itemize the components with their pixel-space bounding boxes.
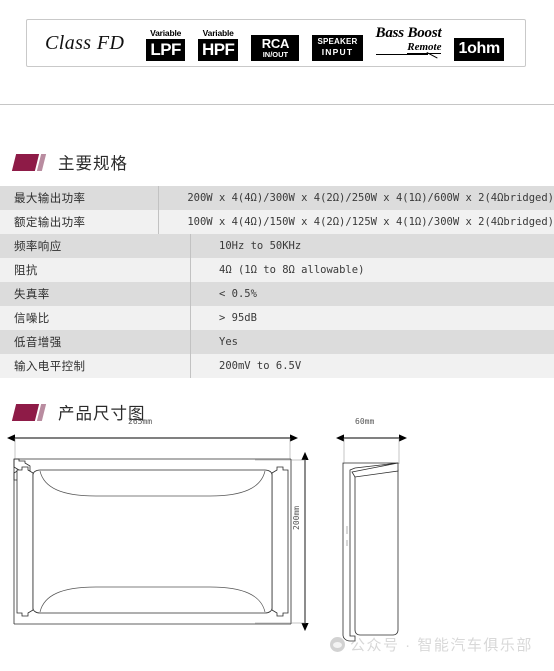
header-divider: [0, 104, 554, 105]
spec-value: Yes: [219, 336, 238, 348]
rca-in-out-label: IN/OUT: [262, 49, 289, 59]
spec-label: 输入电平控制: [0, 354, 190, 378]
section-marker-icon: [11, 403, 48, 421]
remote-label: Remote: [407, 40, 442, 54]
spec-label: 阻抗: [0, 258, 190, 282]
class-fd-label: Class FD: [45, 31, 125, 54]
table-row: 频率响应 10Hz to 50KHz: [0, 234, 554, 258]
rca-label: RCA: [261, 35, 290, 51]
spec-value: 200W x 4(4Ω)/300W x 4(2Ω)/250W x 4(1Ω)/6…: [187, 192, 554, 204]
variable-lpf-badge: Variable LPF: [146, 29, 185, 61]
variable-hpf-chip: HPF: [197, 38, 239, 61]
bass-boost-label: Bass Boost: [375, 24, 442, 41]
table-row: 额定输出功率 100W x 4(4Ω)/150W x 4(2Ω)/125W x …: [0, 210, 554, 234]
table-row: 信噪比 > 95dB: [0, 306, 554, 330]
feature-badge-bar: Class FD Variable LPF Variable HPF RCA I…: [26, 19, 526, 67]
spec-label: 频率响应: [0, 234, 190, 258]
dimension-svg: [6, 434, 408, 642]
dimensions-section-header: 产品尺寸图: [11, 400, 146, 424]
spec-value: < 0.5%: [219, 288, 257, 300]
depth-dimension-60: [335, 434, 408, 464]
badge-group: Variable LPF Variable HPF RCA IN/OUT SPE…: [146, 24, 504, 66]
spec-label: 最大输出功率: [0, 186, 159, 210]
spec-label: 额定输出功率: [0, 210, 159, 234]
width-dimension-265: [6, 434, 299, 460]
depth-label-60: 60mm: [355, 417, 375, 426]
specifications-table: 最大输出功率 200W x 4(4Ω)/300W x 4(2Ω)/250W x …: [0, 186, 554, 378]
height-label-200: 200mm: [292, 505, 301, 530]
variable-lpf-over-label: Variable: [150, 28, 182, 38]
spec-label: 信噪比: [0, 306, 190, 330]
section-marker-icon: [11, 153, 48, 171]
one-ohm-badge: 1ohm: [454, 37, 504, 61]
spec-label: 失真率: [0, 282, 190, 306]
spec-value: 200mV to 6.5V: [219, 360, 302, 372]
speaker-label: SPEAKER: [317, 37, 358, 47]
spec-value: > 95dB: [219, 312, 257, 324]
table-row: 失真率 < 0.5%: [0, 282, 554, 306]
table-row: 最大输出功率 200W x 4(4Ω)/300W x 4(2Ω)/250W x …: [0, 186, 554, 210]
input-label: INPUT: [321, 47, 354, 58]
specs-section-title: 主要规格: [58, 155, 128, 173]
variable-hpf-badge: Variable HPF: [197, 28, 239, 61]
width-label-265: 265mm: [128, 417, 153, 426]
specs-section-header: 主要规格: [11, 150, 128, 174]
speaker-input-badge: SPEAKER INPUT: [312, 34, 363, 61]
spec-value: 4Ω (1Ω to 8Ω allowable): [219, 264, 365, 276]
spec-label: 低音增强: [0, 330, 190, 354]
table-row: 阻抗 4Ω (1Ω to 8Ω allowable): [0, 258, 554, 282]
spec-value: 10Hz to 50KHz: [219, 240, 302, 252]
table-row: 低音增强 Yes: [0, 330, 554, 354]
variable-lpf-chip: LPF: [146, 38, 185, 61]
variable-hpf-over-label: Variable: [202, 28, 234, 38]
table-row: 输入电平控制 200mV to 6.5V: [0, 354, 554, 378]
bass-boost-underline: [375, 53, 428, 55]
rca-in-out-badge: RCA IN/OUT: [251, 34, 300, 61]
bass-boost-remote-badge: Bass Boost Remote: [375, 24, 442, 66]
spec-value: 100W x 4(4Ω)/150W x 4(2Ω)/125W x 4(1Ω)/3…: [187, 216, 554, 228]
product-dimension-drawing: 265mm 200mm 60mm: [0, 417, 554, 666]
